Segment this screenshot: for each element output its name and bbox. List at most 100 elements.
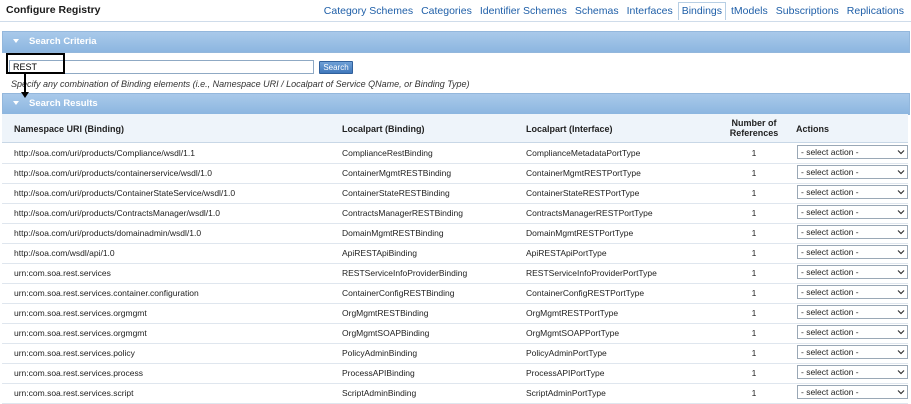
references-count-cell: 1 xyxy=(751,288,757,298)
interface-localpart-cell: ContainerConfigRESTPortType xyxy=(526,288,645,298)
column-header-references[interactable]: Number of References xyxy=(719,118,789,138)
table-row: http://soa.com/uri/products/ContractsMan… xyxy=(2,203,908,224)
interface-localpart-cell: ContractsManagerRESTPortType xyxy=(526,208,653,218)
table-row: urn:com.soa.rest.services RESTServiceInfo… xyxy=(2,263,908,284)
interface-localpart-cell: DomainMgmtRESTPortType xyxy=(526,228,634,238)
table-row: urn:com.soa.rest.services.orgmgmt OrgMgmt… xyxy=(2,303,908,324)
references-count-cell: 1 xyxy=(751,188,757,198)
action-select[interactable]: - select action - xyxy=(797,165,908,179)
interface-localpart-cell: ContainerMgmtRESTPortType xyxy=(526,168,641,178)
tab-schemas[interactable]: Schemas xyxy=(572,2,622,20)
interface-localpart-cell: ProcessAPIPortType xyxy=(526,368,605,378)
action-select-value: - select action - xyxy=(801,387,859,397)
action-select[interactable]: - select action - xyxy=(797,285,908,299)
interface-localpart-cell: OrgMgmtRESTPortType xyxy=(526,308,619,318)
references-count-cell: 1 xyxy=(751,208,757,218)
interface-localpart-cell: ContainerStateRESTPortType xyxy=(526,188,640,198)
tab-bindings[interactable]: Bindings xyxy=(677,2,726,20)
binding-localpart-cell: PolicyAdminBinding xyxy=(342,348,418,358)
collapse-triangle-icon[interactable] xyxy=(13,101,19,105)
chevron-down-icon xyxy=(897,290,905,295)
search-button[interactable]: Search xyxy=(319,61,353,74)
action-select[interactable]: - select action - xyxy=(797,345,908,359)
table-row: http://soa.com/uri/products/ContainerSta… xyxy=(2,183,908,204)
table-header: Namespace URI (Binding) Localpart (Bindi… xyxy=(2,114,908,143)
chevron-down-icon xyxy=(897,390,905,395)
action-select[interactable]: - select action - xyxy=(797,145,908,159)
namespace-cell: http://soa.com/uri/products/domainadmin/… xyxy=(14,228,202,238)
action-select[interactable]: - select action - xyxy=(797,325,908,339)
table-row: urn:com.soa.rest.services.policy PolicyAd… xyxy=(2,343,908,364)
page-title: Configure Registry xyxy=(6,4,101,16)
namespace-cell: http://soa.com/uri/products/ContainerSta… xyxy=(14,188,236,198)
table-row: urn:com.soa.rest.services.orgmgmt OrgMgmt… xyxy=(2,323,908,344)
namespace-cell: http://soa.com/wsdl/api/1.0 xyxy=(14,248,115,258)
namespace-cell: urn:com.soa.rest.services.process xyxy=(14,368,143,378)
interface-localpart-cell: RESTServiceInfoProviderPortType xyxy=(526,268,657,278)
action-select-value: - select action - xyxy=(801,367,859,377)
column-header-actions: Actions xyxy=(796,124,830,134)
column-header-localpart-binding[interactable]: Localpart (Binding) xyxy=(342,124,425,134)
tab-subscriptions[interactable]: Subscriptions xyxy=(773,2,842,20)
collapse-triangle-icon[interactable] xyxy=(13,39,19,43)
table-row: http://soa.com/wsdl/api/1.0 ApiRESTApiBin… xyxy=(2,243,908,264)
namespace-cell: urn:com.soa.rest.services.orgmgmt xyxy=(14,308,147,318)
namespace-cell: urn:com.soa.rest.services.policy xyxy=(14,348,135,358)
action-select[interactable]: - select action - xyxy=(797,365,908,379)
namespace-cell: urn:com.soa.rest.services.script xyxy=(14,388,134,398)
search-criteria-title: Search Criteria xyxy=(29,36,97,47)
chevron-down-icon xyxy=(897,230,905,235)
namespace-cell: http://soa.com/uri/products/containerser… xyxy=(14,168,212,178)
tab-identifier-schemes[interactable]: Identifier Schemes xyxy=(477,2,570,20)
tab-interfaces[interactable]: Interfaces xyxy=(624,2,676,20)
references-count-cell: 1 xyxy=(751,148,757,158)
chevron-down-icon xyxy=(897,190,905,195)
interface-localpart-cell: OrgMgmtSOAPPortType xyxy=(526,328,620,338)
chevron-down-icon xyxy=(897,250,905,255)
action-select[interactable]: - select action - xyxy=(797,385,908,399)
tab-category-schemes[interactable]: Category Schemes xyxy=(321,2,416,20)
binding-localpart-cell: ProcessAPIBinding xyxy=(342,368,415,378)
binding-localpart-cell: OrgMgmtRESTBinding xyxy=(342,308,429,318)
column-header-localpart-interface[interactable]: Localpart (Interface) xyxy=(526,124,613,134)
action-select[interactable]: - select action - xyxy=(797,245,908,259)
namespace-cell: urn:com.soa.rest.services.container.conf… xyxy=(14,288,199,298)
search-criteria-header[interactable]: Search Criteria xyxy=(2,31,910,53)
namespace-cell: http://soa.com/uri/products/ContractsMan… xyxy=(14,208,220,218)
binding-localpart-cell: OrgMgmtSOAPBinding xyxy=(342,328,430,338)
action-select[interactable]: - select action - xyxy=(797,205,908,219)
binding-localpart-cell: ComplianceRestBinding xyxy=(342,148,433,158)
tab-divider xyxy=(0,21,911,22)
references-count-cell: 1 xyxy=(751,228,757,238)
action-select-value: - select action - xyxy=(801,287,859,297)
search-results-header[interactable]: Search Results xyxy=(2,93,910,115)
chevron-down-icon xyxy=(897,270,905,275)
namespace-cell: urn:com.soa.rest.services xyxy=(14,268,111,278)
action-select[interactable]: - select action - xyxy=(797,185,908,199)
search-results-title: Search Results xyxy=(29,98,98,109)
column-header-namespace[interactable]: Namespace URI (Binding) xyxy=(14,124,124,134)
action-select-value: - select action - xyxy=(801,347,859,357)
references-count-cell: 1 xyxy=(751,308,757,318)
references-line-2: References xyxy=(729,128,779,138)
binding-localpart-cell: ContainerStateRESTBinding xyxy=(342,188,450,198)
action-select-value: - select action - xyxy=(801,307,859,317)
tab-categories[interactable]: Categories xyxy=(418,2,475,20)
action-select-value: - select action - xyxy=(801,187,859,197)
table-row: http://soa.com/uri/products/domainadmin/… xyxy=(2,223,908,244)
namespace-cell: http://soa.com/uri/products/Compliance/w… xyxy=(14,148,195,158)
references-count-cell: 1 xyxy=(751,328,757,338)
action-select[interactable]: - select action - xyxy=(797,305,908,319)
tab-tmodels[interactable]: tModels xyxy=(728,2,771,20)
chevron-down-icon xyxy=(897,150,905,155)
table-row: urn:com.soa.rest.services.script ScriptAd… xyxy=(2,383,908,404)
action-select[interactable]: - select action - xyxy=(797,225,908,239)
tab-replications[interactable]: Replications xyxy=(844,2,907,20)
binding-localpart-cell: ContainerMgmtRESTBinding xyxy=(342,168,452,178)
action-select[interactable]: - select action - xyxy=(797,265,908,279)
action-select-value: - select action - xyxy=(801,327,859,337)
action-select-value: - select action - xyxy=(801,167,859,177)
action-select-value: - select action - xyxy=(801,207,859,217)
binding-localpart-cell: ApiRESTApiBinding xyxy=(342,248,417,258)
search-hint: Specify any combination of Binding eleme… xyxy=(11,79,470,89)
